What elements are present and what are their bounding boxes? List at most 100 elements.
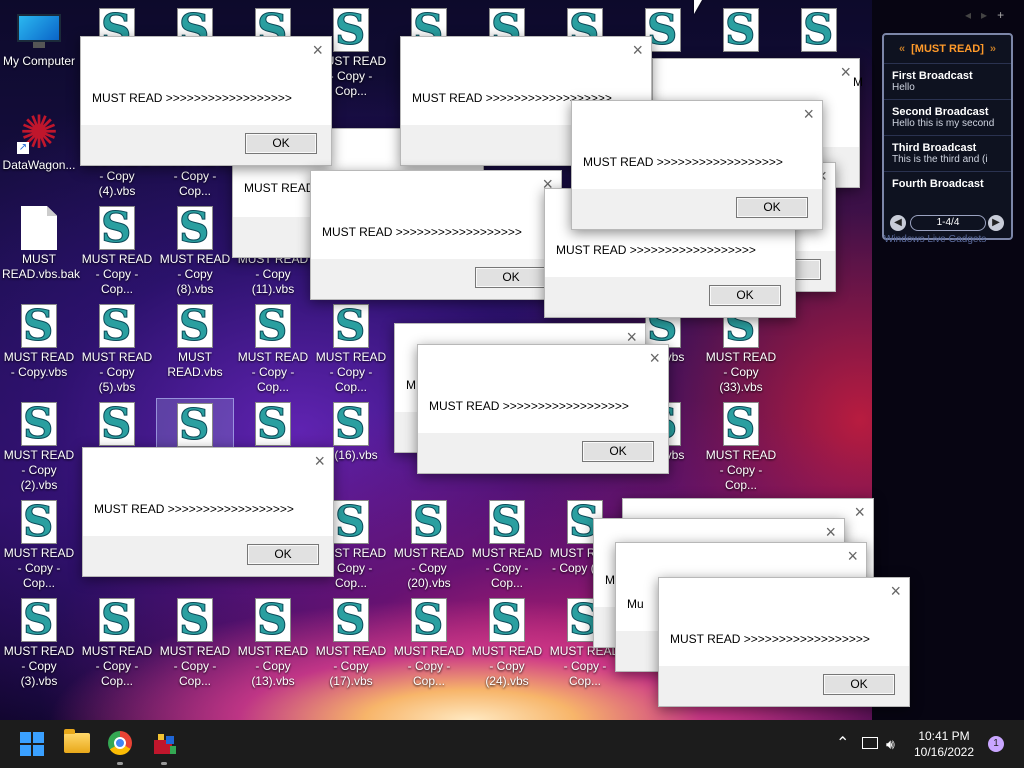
add-gadget-icon[interactable]: + [997, 8, 1004, 22]
ok-button[interactable]: OK [709, 285, 781, 306]
ok-button[interactable]: OK [247, 544, 319, 565]
notification-badge[interactable]: 1 [988, 736, 1004, 752]
dialog-button-bar: OK [81, 125, 331, 165]
system-clock[interactable]: 10:41 PM 10/16/2022 [904, 728, 984, 760]
close-icon[interactable]: × [840, 62, 851, 83]
taskbar: ⌃ 🔊︎ 10:41 PM 10/16/2022 1 [0, 720, 1024, 768]
script-file-icon: S [721, 402, 761, 446]
icon-label: MUST READ - Copy - Cop... [3, 546, 75, 590]
broadcast-item[interactable]: First Broadcast Hello [884, 64, 1011, 100]
broadcast-title: First Broadcast [892, 70, 973, 82]
app-icon[interactable] [152, 732, 176, 756]
arrow-right-icon[interactable]: ▶ [988, 215, 1004, 231]
chrome-icon[interactable] [108, 731, 132, 755]
dialog-message: M [605, 573, 615, 587]
start-button[interactable] [20, 732, 44, 756]
icon-label: MUST READ - Copy (5).vbs [81, 350, 153, 394]
message-dialog[interactable]: × MUST READ >>>>>>>>>>>>>>>>>> OK [82, 447, 334, 577]
dialog-message: MUST READ >>>>>>>>>>>>>>>>>> [429, 399, 629, 413]
close-icon[interactable]: × [825, 522, 836, 543]
message-dialog[interactable]: × MUST READ >>>>>>>>>>>>>>>>>> OK [80, 36, 332, 166]
desktop-file[interactable]: SMUST READ - Copy - Cop... [702, 398, 780, 494]
dialog-message: M [853, 75, 863, 89]
close-icon[interactable]: × [890, 581, 901, 602]
desktop-file[interactable]: S MUST READ - Copy (5).vbs [78, 300, 156, 396]
desktop-file[interactable]: S MUST READ - Copy (17).vbs [312, 594, 390, 690]
ok-button[interactable]: OK [823, 674, 895, 695]
script-file-icon: S [253, 402, 293, 446]
script-file-icon: S [331, 402, 371, 446]
file-explorer-icon[interactable] [64, 729, 90, 753]
close-icon[interactable]: × [632, 40, 643, 61]
desktop-file[interactable]: S MUST READ - Copy (24).vbs [468, 594, 546, 690]
ok-button[interactable]: OK [475, 267, 547, 288]
double-chevron-left-icon[interactable]: « [899, 43, 905, 55]
script-file-icon: S [721, 8, 761, 52]
desktop-file[interactable]: SMUST READ - Copy - Cop... [468, 496, 546, 592]
network-icon[interactable] [862, 737, 878, 749]
ok-button[interactable]: OK [582, 441, 654, 462]
gadget-title: [MUST READ] [911, 43, 984, 55]
desktop-file[interactable]: S MUST READ.vbs [156, 300, 234, 396]
dialog-button-bar: OK [572, 189, 822, 229]
desktop-file[interactable]: SMUST READ - Copy - Cop... [78, 594, 156, 690]
chevron-left-icon[interactable]: ◂ [965, 8, 971, 22]
message-dialog[interactable]: × MUST READ >>>>>>>>>>>>>>>>>> OK [310, 170, 562, 300]
arrow-left-icon[interactable]: ◀ [890, 215, 906, 231]
close-icon[interactable]: × [312, 40, 323, 61]
desktop-file[interactable]: S MUST READ - Copy (2).vbs [0, 398, 78, 494]
script-file-icon: S [175, 598, 215, 642]
script-file-icon: S [253, 598, 293, 642]
icon-label: MUST READ - Copy (13).vbs [237, 644, 309, 688]
desktop-file[interactable]: S MUST READ - Copy (13).vbs [234, 594, 312, 690]
broadcast-item[interactable]: Third Broadcast This is the third and (i [884, 136, 1011, 172]
close-icon[interactable]: × [314, 451, 325, 472]
desktop-file[interactable]: S MUST READ - Copy (8).vbs [156, 202, 234, 298]
message-dialog[interactable]: × MUST READ >>>>>>>>>>>>>>>>>> OK [658, 577, 910, 707]
message-dialog[interactable]: × MUST READ >>>>>>>>>>>>>>>>>> OK [417, 344, 669, 474]
message-dialog[interactable]: × MUST READ >>>>>>>>>>>>>>>>>> OK [571, 100, 823, 230]
icon-label: MUST READ - Copy (33).vbs [705, 350, 777, 394]
desktop-file[interactable]: SMUST READ - Copy - Cop... [78, 202, 156, 298]
icon-label: MUST READ - Copy (11).vbs [237, 252, 309, 296]
close-icon[interactable]: × [803, 104, 814, 125]
ok-button[interactable]: OK [245, 133, 317, 154]
broadcast-item[interactable]: Second Broadcast Hello this is my second [884, 100, 1011, 136]
icon-label: MUST READ - Copy - Cop... [159, 644, 231, 688]
script-file-icon: S [97, 598, 137, 642]
close-icon[interactable]: × [649, 348, 660, 369]
desktop-file[interactable]: SMUST READ - Copy - Cop... [234, 300, 312, 396]
news-gadget: « [MUST READ] » First Broadcast Hello Secon… [882, 33, 1013, 240]
chevron-right-icon[interactable]: ▸ [981, 8, 987, 22]
desktop-file[interactable]: SMUST READ - Copy - Cop... [312, 300, 390, 396]
script-file-icon: S [331, 304, 371, 348]
computer-icon [17, 14, 61, 50]
dialog-button-bar: OK [545, 277, 795, 317]
desktop-file[interactable]: SMUST READ - Copy - Cop... [156, 594, 234, 690]
chevron-up-icon[interactable]: ⌃ [836, 733, 849, 753]
datawagon-icon: ✺ ↗ [17, 106, 59, 158]
script-file-icon: S [19, 304, 59, 348]
broadcast-item[interactable]: Fourth Broadcast [884, 172, 1011, 207]
datawagon-shortcut[interactable]: ✺ ↗ DataWagon... [0, 104, 78, 200]
my-computer-shortcut[interactable]: My Computer [0, 6, 78, 102]
desktop-file[interactable]: S MUST READ - Copy.vbs [0, 300, 78, 396]
clock-time: 10:41 PM [918, 729, 970, 743]
desktop-file[interactable]: MUST READ.vbs.bak [0, 202, 80, 298]
ok-button[interactable]: OK [736, 197, 808, 218]
icon-label: My Computer [2, 54, 76, 68]
close-icon[interactable]: × [854, 502, 865, 523]
file-icon [21, 206, 57, 250]
speaker-icon[interactable]: 🔊︎ [886, 736, 895, 753]
broadcast-text: Hello this is my second [892, 118, 995, 129]
desktop-file[interactable]: S MUST READ - Copy (3).vbs [0, 594, 78, 690]
desktop-file[interactable]: SMUST READ - Copy - Cop... [390, 594, 468, 690]
desktop-file[interactable]: SMUST READ - Copy - Cop... [0, 496, 78, 592]
dialog-button-bar: OK [659, 666, 909, 706]
script-file-icon: S [409, 500, 449, 544]
icon-label: MUST READ - Copy - Cop... [315, 350, 387, 394]
double-chevron-right-icon[interactable]: » [990, 43, 996, 55]
dialog-message: MUST READ >>>>>>>>>>>>>>>>>> [322, 225, 522, 239]
close-icon[interactable]: × [847, 546, 858, 567]
desktop-file[interactable]: S MUST READ - Copy (20).vbs [390, 496, 468, 592]
